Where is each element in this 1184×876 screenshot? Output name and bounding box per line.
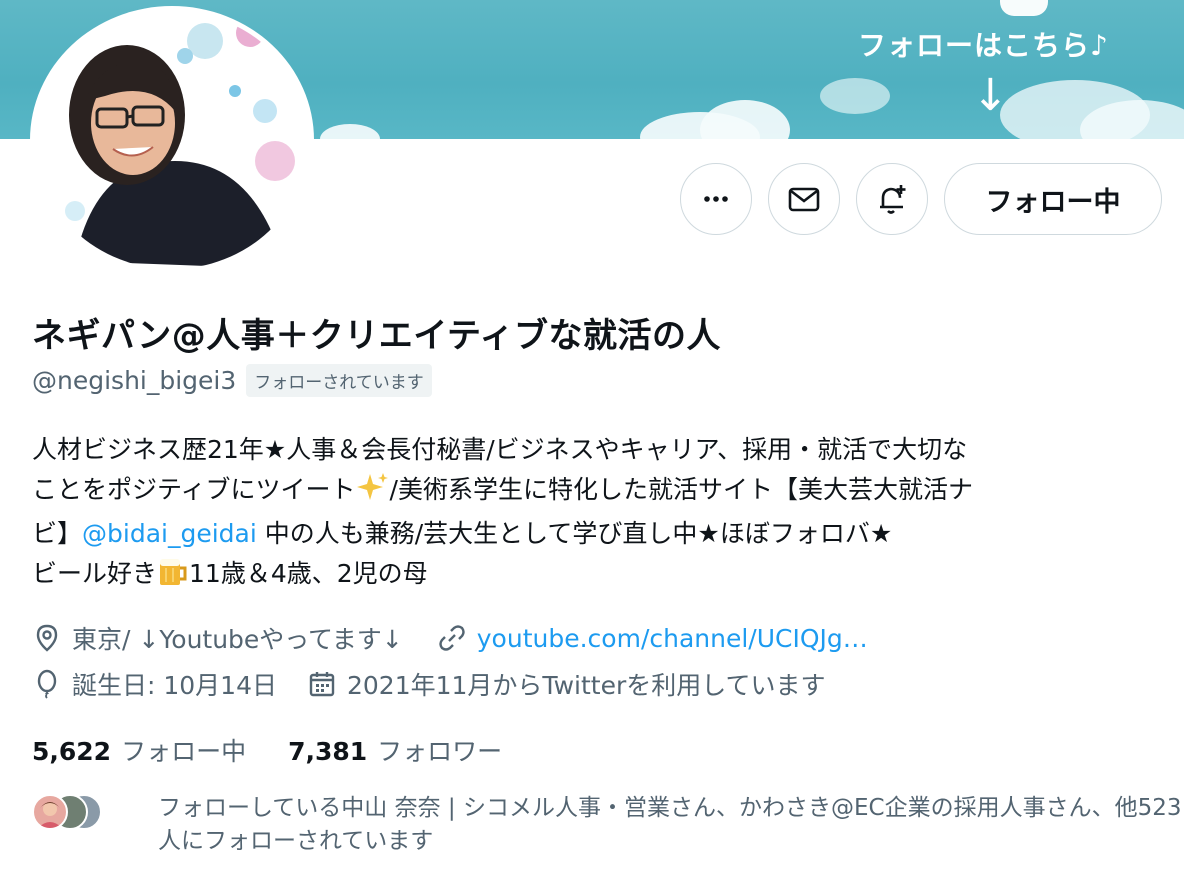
banner-cloud — [700, 100, 790, 139]
beer-mug-icon — [157, 556, 189, 598]
balloon-icon — [37, 669, 57, 699]
known-followers-avatars — [32, 792, 108, 832]
bio-text: ビ】 — [32, 519, 83, 548]
joined-item: 2021年11月からTwitterを利用しています — [307, 666, 825, 702]
banner-cloud — [820, 78, 890, 114]
bio-line: 人材ビジネス歴21年★人事＆会長付秘書/ビジネスやキャリア、採用・就活で大切な — [32, 430, 1162, 470]
user-handle: @negishi_bigei3 — [32, 366, 237, 395]
link-icon — [439, 625, 465, 651]
following-button[interactable]: フォロー中 — [944, 163, 1162, 235]
more-icon — [704, 196, 728, 202]
message-button[interactable] — [768, 163, 840, 235]
bio-text: 人材ビジネス歴21年★人事＆会長付秘書/ビジネスやキャリア、採用・就活で大切な — [32, 435, 968, 464]
bio-mention-link[interactable]: @bidai_geidai — [82, 519, 257, 548]
avatar-photo — [35, 11, 309, 269]
meta-row-dates: 誕生日: 10月14日 2021年11月からTwitterを利用しています — [32, 666, 825, 702]
location-pin-icon — [36, 624, 58, 652]
bio-text: ビール好き — [32, 559, 158, 588]
banner-arrow: ↓ — [972, 70, 1009, 121]
sparkles-icon — [356, 472, 390, 514]
website-link[interactable]: youtube.com/channel/UCIQJg… — [477, 624, 868, 653]
bio-line: ビ】@bidai_geidai 中の人も兼務/芸大生として学び直し中★ほぼフォロ… — [32, 514, 1162, 554]
birthday-item: 誕生日: 10月14日 — [32, 666, 277, 702]
more-button[interactable] — [680, 163, 752, 235]
display-name: ネギパン@人事＋クリエイティブな就活の人 — [32, 316, 721, 356]
banner-caption: フォローはこちら♪ — [858, 29, 1109, 62]
following-count: 5,622 — [32, 737, 112, 766]
banner-paper-illustration — [1000, 0, 1048, 16]
bio-text: 11歳＆4歳、2児の母 — [189, 559, 428, 588]
bio-line: ビール好き 11歳＆4歳、2児の母 — [32, 554, 1162, 598]
website-item: youtube.com/channel/UCIQJg… — [437, 623, 868, 653]
location-item: 東京/ ↓Youtubeやってます↓ — [32, 620, 403, 656]
avatar — [32, 794, 68, 830]
follow-counts: 5,622 フォロー中 7,381 フォロワー — [32, 732, 502, 768]
birthday-text: 誕生日: 10月14日 — [72, 671, 277, 700]
bio-text: ことをポジティブにツイート — [32, 475, 356, 504]
banner-cloud — [320, 124, 380, 139]
bio-text: /美術系学生に特化した就活サイト【美大芸大就活ナ — [389, 475, 973, 504]
notifications-button[interactable] — [856, 163, 928, 235]
follows-you-badge: フォローされています — [246, 364, 432, 397]
followers-you-know[interactable]: フォローしている中山 奈奈 | シコメル人事・営業さん、かわさき@EC企業の採用… — [32, 792, 1181, 854]
joined-text: 2021年11月からTwitterを利用しています — [347, 671, 826, 700]
following-count-link[interactable]: 5,622 フォロー中 — [32, 732, 246, 768]
location-text: 東京/ ↓Youtubeやってます↓ — [72, 625, 403, 654]
handle-row: @negishi_bigei3 フォローされています — [32, 364, 432, 397]
profile-bio: 人材ビジネス歴21年★人事＆会長付秘書/ビジネスやキャリア、採用・就活で大切な … — [32, 430, 1162, 598]
envelope-icon — [788, 187, 820, 212]
followers-count: 7,381 — [288, 737, 368, 766]
bell-plus-icon — [880, 185, 906, 214]
meta-row-location: 東京/ ↓Youtubeやってます↓ youtube.com/channel/U… — [32, 620, 868, 656]
followers-count-link[interactable]: 7,381 フォロワー — [288, 732, 502, 768]
profile-avatar[interactable] — [30, 6, 314, 274]
bio-line: ことをポジティブにツイート/美術系学生に特化した就活サイト【美大芸大就活ナ — [32, 470, 1162, 514]
known-followers-text: フォローしている中山 奈奈 | シコメル人事・営業さん、かわさき@EC企業の採用… — [158, 795, 1182, 854]
following-label: フォロー中 — [121, 737, 247, 766]
followers-label: フォロワー — [377, 737, 503, 766]
bio-text: 中の人も兼務/芸大生として学び直し中★ほぼフォロバ★ — [256, 519, 893, 548]
calendar-icon — [309, 672, 335, 697]
profile-actions: フォロー中 — [680, 163, 1162, 235]
